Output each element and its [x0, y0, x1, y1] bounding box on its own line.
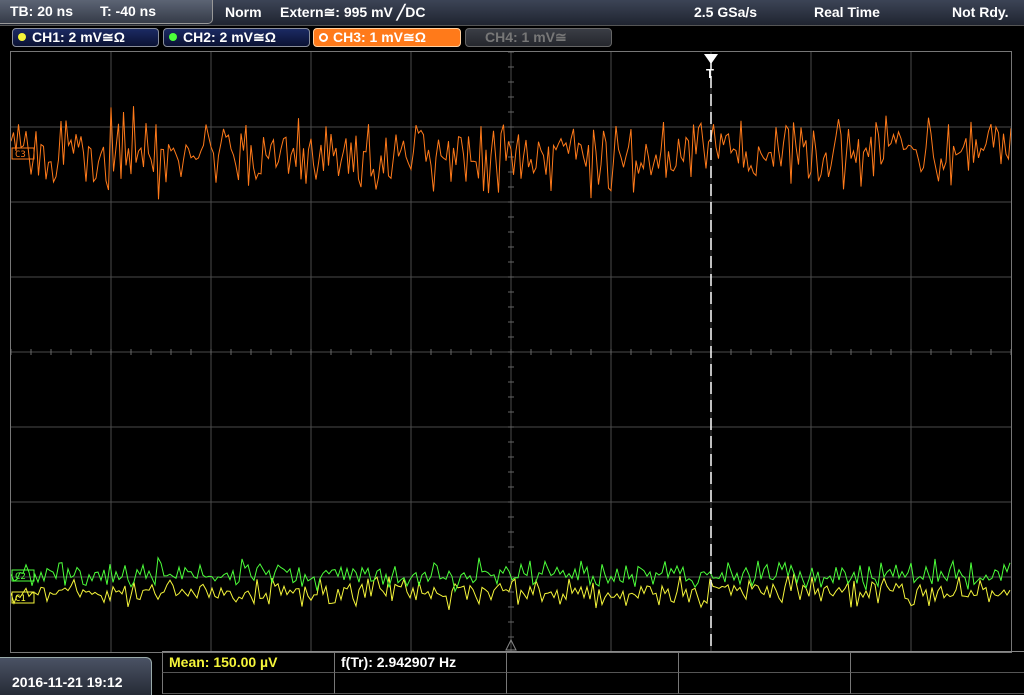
waveform-svg: C3 C2 C1 T: [11, 52, 1011, 652]
channel-1-button[interactable]: CH1: 2 mV≅Ω: [12, 28, 159, 47]
empty-measurement-cell[interactable]: [678, 652, 850, 673]
acquisition-mode-label: Real Time: [814, 4, 880, 20]
channel-2-indicator-icon: [169, 33, 177, 41]
empty-measurement-cell[interactable]: [506, 673, 678, 694]
empty-measurement-cell[interactable]: [334, 673, 506, 694]
empty-measurement-cell[interactable]: [506, 652, 678, 673]
waveform-screen[interactable]: C3 C2 C1 T: [10, 51, 1012, 653]
empty-measurement-cell[interactable]: [678, 673, 850, 694]
ch3-level-marker[interactable]: C3: [11, 147, 35, 160]
channel-1-indicator-icon: [18, 33, 26, 41]
status-bar: TB: 20 ns T: -40 ns Norm Extern≅: 995 mV…: [0, 0, 1024, 26]
mean-measurement-label: Mean: 150.00 µV: [169, 654, 278, 670]
empty-measurement-cell[interactable]: [850, 673, 1024, 694]
channel-3-button[interactable]: CH3: 1 mV≅Ω: [313, 28, 461, 47]
ch1-marker-label: C1: [15, 594, 26, 604]
channel-3-indicator-icon: [319, 33, 328, 42]
graticule-grid: [11, 52, 1011, 652]
mean-measurement-cell[interactable]: Mean: 150.00 µV: [162, 652, 334, 673]
timebase-panel[interactable]: TB: 20 ns T: -40 ns: [0, 0, 213, 24]
channel-4-label: CH4: 1 mV≅: [485, 29, 567, 45]
sample-rate-label: 2.5 GSa/s: [694, 4, 758, 20]
measurement-panel: Mean: 150.00 µV f(Tr): 2.942907 Hz: [162, 651, 1024, 695]
empty-measurement-cell[interactable]: [850, 652, 1024, 673]
channel-3-label: CH3: 1 mV≅Ω: [333, 29, 426, 45]
empty-measurement-cell[interactable]: [162, 673, 334, 694]
timebase-label: TB: 20 ns: [10, 3, 74, 19]
datetime-label: 2016-11-21 19:12: [12, 674, 123, 690]
trigger-time-label: T: -40 ns: [100, 3, 157, 19]
oscilloscope-display: TB: 20 ns T: -40 ns Norm Extern≅: 995 mV…: [0, 0, 1024, 695]
ch2-marker-label: C2: [15, 572, 26, 582]
trigger-status-label: Not Rdy.: [952, 4, 1009, 20]
datetime-panel: 2016-11-21 19:12: [0, 657, 152, 695]
trigger-marker-label: T: [706, 66, 714, 81]
channel-4-button[interactable]: CH4: 1 mV≅: [465, 28, 612, 47]
channel-markers: C3 C2 C1: [11, 147, 35, 604]
channel-4-indicator-icon: [471, 37, 480, 39]
channel-1-label: CH1: 2 mV≅Ω: [32, 29, 125, 45]
channel-2-button[interactable]: CH2: 2 mV≅Ω: [163, 28, 310, 47]
frequency-measurement-label: f(Tr): 2.942907 Hz: [341, 654, 457, 670]
frequency-measurement-cell[interactable]: f(Tr): 2.942907 Hz: [334, 652, 506, 673]
ch3-marker-label: C3: [15, 150, 26, 160]
channel-2-label: CH2: 2 mV≅Ω: [183, 29, 276, 45]
trigger-source-label[interactable]: Extern≅: 995 mV ╱DC: [280, 4, 425, 21]
trigger-mode-label[interactable]: Norm: [225, 4, 262, 20]
